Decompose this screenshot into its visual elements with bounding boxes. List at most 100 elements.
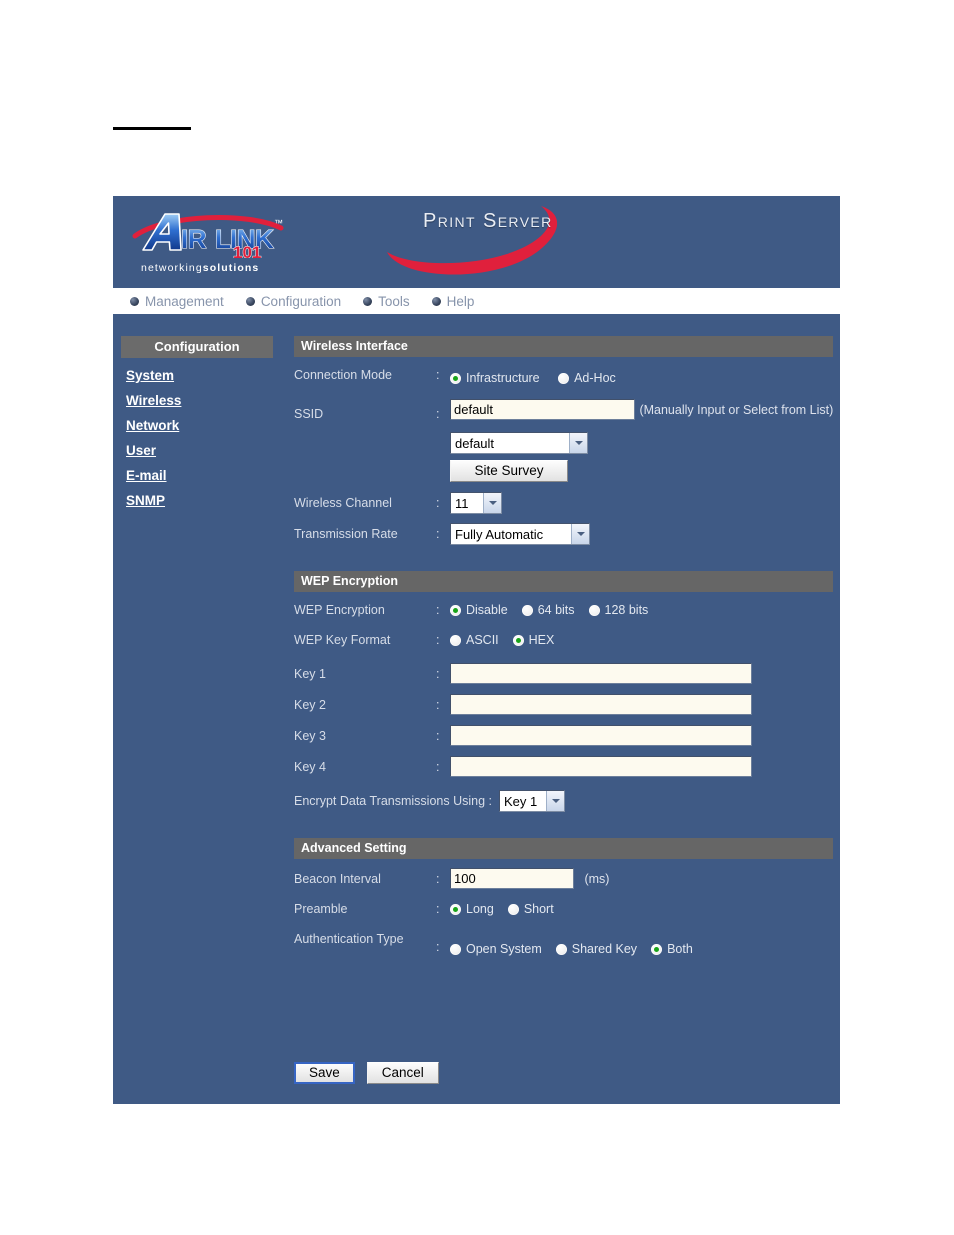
ssid-select[interactable]: default <box>450 431 588 454</box>
key-1-input[interactable] <box>450 662 752 684</box>
label-key-2: Key 2 <box>294 697 326 712</box>
main-navigation: Management Configuration Tools Help <box>113 288 840 314</box>
radio-wep-64bits[interactable]: 64 bits <box>521 603 575 617</box>
radio-label: Long <box>466 902 494 916</box>
nav-label: Management <box>145 293 224 309</box>
airlink-logo: IR L INK ™ 101 networkingsolutions <box>131 204 306 282</box>
label-preamble: Preamble <box>294 901 348 916</box>
sidebar-item-wireless[interactable]: Wireless <box>126 393 181 408</box>
radio-auth-both[interactable]: Both <box>651 942 693 956</box>
radio-preamble-long[interactable]: Long <box>450 902 494 916</box>
section-header-wireless-interface: Wireless Interface <box>294 336 833 357</box>
chevron-down-icon <box>569 432 587 453</box>
radio-key-format-hex[interactable]: HEX <box>512 633 554 647</box>
print-server-brand: Print Server <box>375 200 585 284</box>
transmission-rate-select[interactable]: Fully Automatic <box>450 522 590 545</box>
radio-dot-icon <box>651 943 663 955</box>
chevron-down-icon <box>546 790 564 811</box>
row-connection-mode: Connection Mode : Infrastructure Ad-Hoc <box>294 366 834 389</box>
row-preamble: Preamble : Long Short <box>294 900 834 919</box>
colon: : <box>436 666 440 681</box>
radio-label: Disable <box>466 603 508 617</box>
colon: : <box>436 406 440 421</box>
beacon-interval-unit: (ms) <box>584 871 610 886</box>
key-4-input[interactable] <box>450 755 752 777</box>
wireless-channel-value: 11 <box>455 495 469 511</box>
ssid-select-value: default <box>455 435 495 451</box>
tagline-networking: networking <box>141 262 203 274</box>
cancel-button[interactable]: Cancel <box>366 1062 439 1084</box>
key-3-input[interactable] <box>450 724 752 746</box>
transmission-rate-value: Fully Automatic <box>455 526 544 542</box>
ssid-hint: (Manually Input or Select from List) <box>639 402 834 417</box>
save-button[interactable]: Save <box>294 1062 355 1084</box>
colon: : <box>436 759 440 774</box>
radio-label: ASCII <box>466 633 499 647</box>
colon: : <box>436 871 440 886</box>
chevron-down-icon <box>571 523 589 544</box>
key-2-input[interactable] <box>450 693 752 715</box>
label-connection-mode: Connection Mode <box>294 368 392 382</box>
ssid-input[interactable] <box>450 398 635 420</box>
label-beacon-interval: Beacon Interval <box>294 871 381 886</box>
radio-wep-disable[interactable]: Disable <box>450 603 508 617</box>
label-wep-key-format: WEP Key Format <box>294 632 391 647</box>
page-body: Configuration System Wireless Network Us… <box>113 314 840 1104</box>
airlink-tagline: networkingsolutions <box>141 262 259 274</box>
nav-item-management[interactable]: Management <box>130 294 224 309</box>
row-wireless-channel: Wireless Channel : 11 <box>294 491 834 514</box>
radio-infrastructure[interactable]: Infrastructure <box>450 371 540 385</box>
radio-dot-icon <box>450 604 461 616</box>
label-spacer <box>294 432 436 434</box>
nav-label: Tools <box>378 293 410 309</box>
radio-key-format-ascii[interactable]: ASCII <box>450 633 499 647</box>
sidebar-item-user[interactable]: User <box>126 443 156 458</box>
beacon-interval-input[interactable] <box>450 867 574 889</box>
app-header: IR L INK ™ 101 networkingsolutions Print… <box>113 196 840 288</box>
row-key-2: Key 2 : <box>294 693 834 715</box>
row-wep-key-format: WEP Key Format : ASCII HEX <box>294 631 834 650</box>
sidebar-item-email[interactable]: E-mail <box>126 468 167 483</box>
nav-item-help[interactable]: Help <box>431 294 474 309</box>
colon: : <box>436 697 440 712</box>
row-key-3: Key 3 : <box>294 724 834 746</box>
section-header-advanced-setting: Advanced Setting <box>294 837 833 859</box>
colon: : <box>436 526 440 541</box>
colon: : <box>436 901 440 916</box>
colon: : <box>436 728 440 743</box>
colon: : <box>436 602 440 617</box>
site-survey-button[interactable]: Site Survey <box>450 459 568 482</box>
nav-item-configuration[interactable]: Configuration <box>245 294 341 309</box>
radio-label: Infrastructure <box>466 371 540 385</box>
label-authentication-type: Authentication Type <box>294 931 404 946</box>
radio-ad-hoc[interactable]: Ad-Hoc <box>558 371 616 385</box>
radio-preamble-short[interactable]: Short <box>507 902 554 916</box>
sidebar-title: Configuration <box>121 336 273 358</box>
label-wireless-channel: Wireless Channel <box>294 495 392 510</box>
settings-form: Wireless Interface Connection Mode : Inf… <box>294 336 834 967</box>
radio-auth-open-system[interactable]: Open System <box>450 942 542 956</box>
radio-wep-128bits[interactable]: 128 bits <box>588 603 648 617</box>
radio-dot-icon <box>588 604 600 616</box>
encrypt-key-select[interactable]: Key 1 <box>499 789 565 812</box>
radio-dot-icon <box>521 604 533 616</box>
logo-101-text: 101 <box>233 243 261 258</box>
radio-dot-icon <box>555 943 567 955</box>
label-transmission-rate: Transmission Rate <box>294 526 398 541</box>
colon: : <box>436 368 440 382</box>
radio-dot-icon <box>507 903 519 915</box>
radio-auth-shared-key[interactable]: Shared Key <box>555 942 637 956</box>
chevron-down-icon <box>483 492 501 513</box>
colon: : <box>436 495 440 510</box>
nav-item-tools[interactable]: Tools <box>363 294 410 309</box>
colon: : <box>436 939 440 954</box>
sidebar-item-network[interactable]: Network <box>126 418 179 433</box>
sidebar-item-snmp[interactable]: SNMP <box>126 493 165 508</box>
tagline-solutions: solutions <box>202 262 260 274</box>
colon-spacer <box>436 432 450 434</box>
sidebar-item-system[interactable]: System <box>126 368 174 383</box>
redaction-rule <box>113 127 191 130</box>
row-key-1: Key 1 : <box>294 662 834 684</box>
wireless-channel-select[interactable]: 11 <box>450 491 502 514</box>
radio-label: Short <box>523 902 554 916</box>
